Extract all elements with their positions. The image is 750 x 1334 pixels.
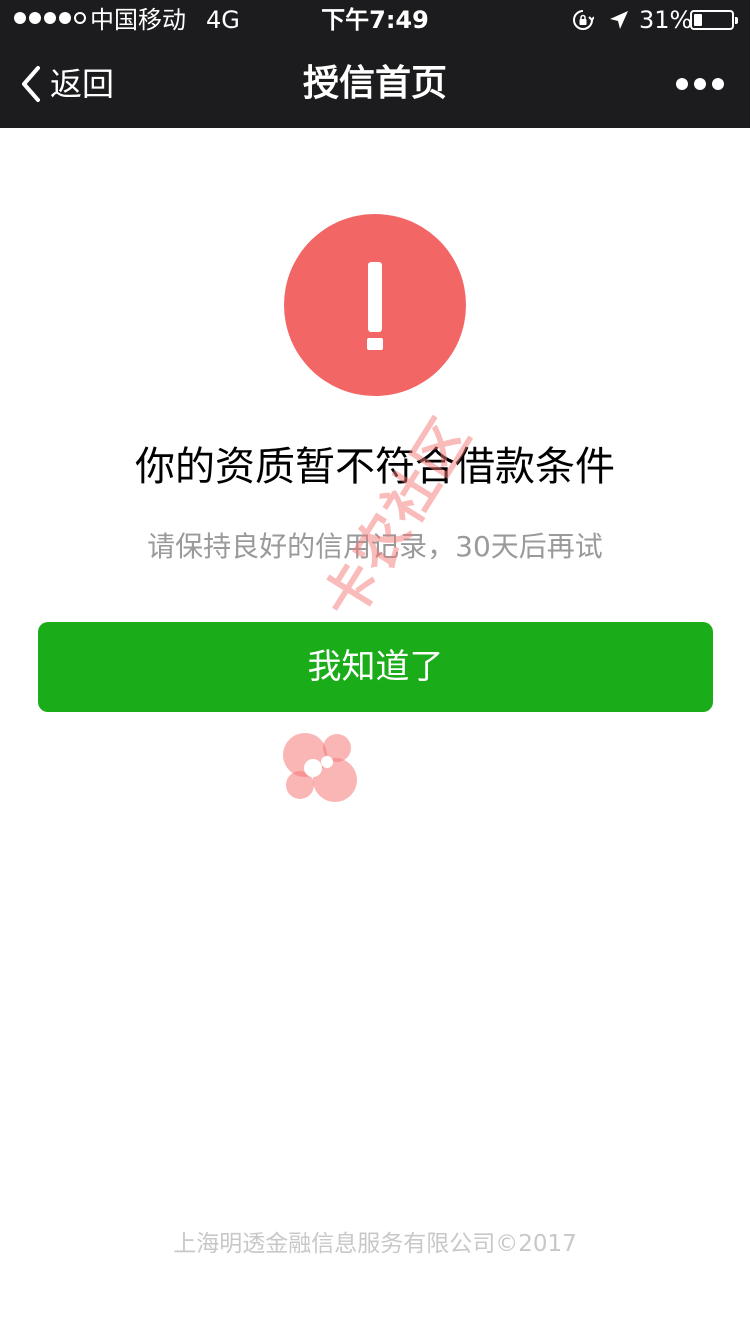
status-bar: 中国移动 4G 下午7:49 31% [0, 0, 750, 40]
app-screen: 中国移动 4G 下午7:49 31% 返回 授信首页 你的资质暂不符合借款条件 … [0, 0, 750, 1334]
result-title: 你的资质暂不符合借款条件 [135, 444, 615, 490]
orientation-lock-icon [573, 10, 594, 30]
page-title: 授信首页 [302, 63, 447, 104]
watermark-text: 卡农社区 [311, 406, 484, 631]
exclamation-icon [284, 214, 466, 396]
company-footer: 上海明透金融信息服务有限公司©2017 [173, 1231, 577, 1257]
result-subtitle: 请保持良好的信用记录，30天后再试 [147, 530, 603, 563]
battery-cap [735, 17, 738, 24]
more-dot [676, 78, 688, 90]
location-arrow-icon [610, 11, 628, 29]
navigation-bar: 返回 授信首页 [0, 40, 750, 128]
battery-level-fill [694, 14, 703, 26]
battery-percentage: 31% [639, 6, 693, 34]
more-dots-icon[interactable] [676, 74, 726, 94]
acknowledge-button[interactable]: 我知道了 [38, 622, 713, 712]
battery-icon [690, 10, 738, 30]
more-dot [712, 78, 724, 90]
more-dot [694, 78, 706, 90]
status-time: 下午7:49 [321, 6, 429, 34]
